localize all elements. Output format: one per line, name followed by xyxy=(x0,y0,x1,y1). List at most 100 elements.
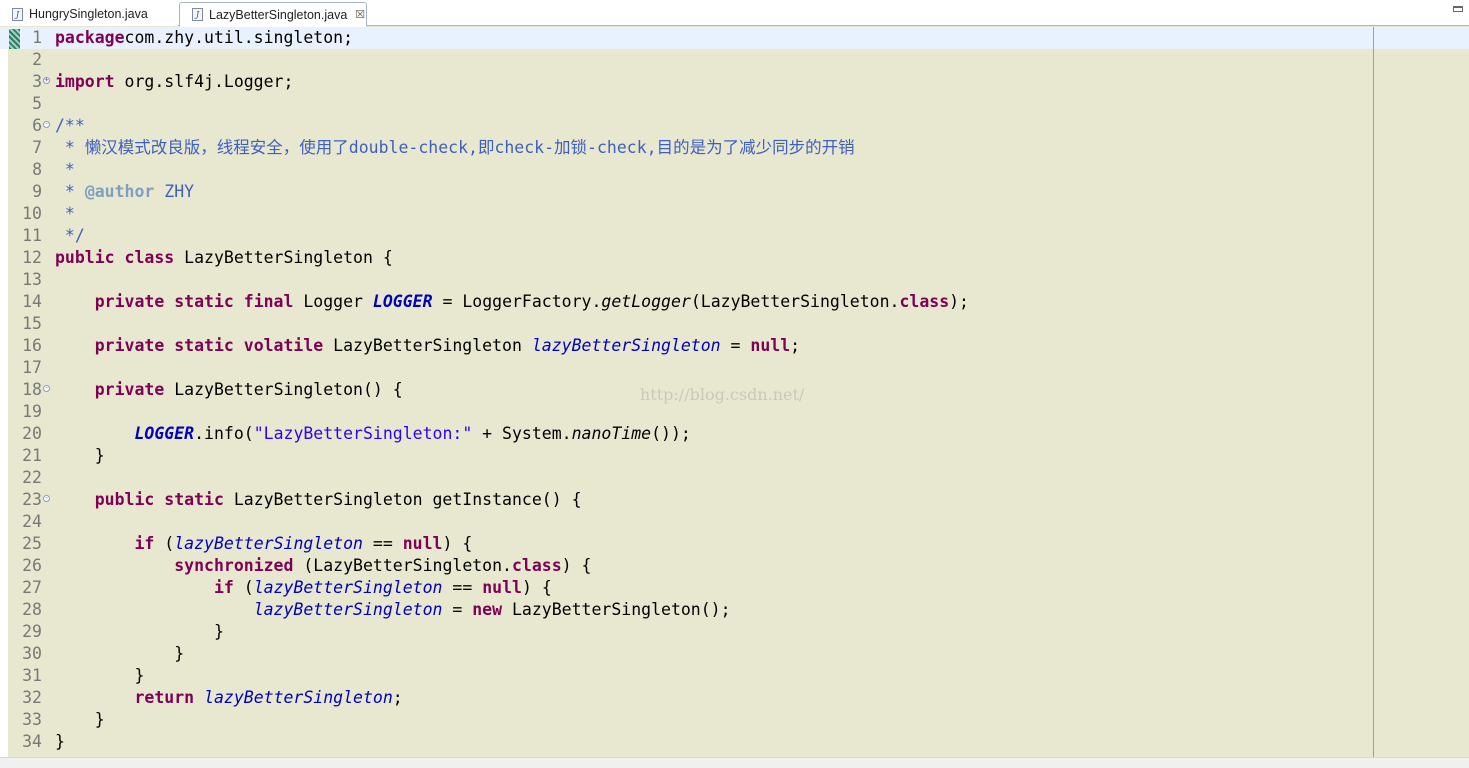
code-token: LazyBetterSingleton xyxy=(323,336,532,355)
code-token: com.zhy.util.singleton; xyxy=(124,28,354,47)
line-number: 31 xyxy=(22,666,42,685)
code-line[interactable]: 5 xyxy=(0,93,1469,115)
horizontal-scrollbar[interactable] xyxy=(0,757,1469,768)
code-text: private static volatile LazyBetterSingle… xyxy=(55,335,800,357)
line-number: 26 xyxy=(22,556,42,575)
code-line[interactable]: 1 packagecom.zhy.util.singleton; xyxy=(0,27,1469,49)
code-line[interactable]: 31 } xyxy=(0,665,1469,687)
code-token: == xyxy=(362,534,403,553)
code-line[interactable]: 30 } xyxy=(0,643,1469,665)
code-token: ) { xyxy=(521,578,552,597)
code-text: if (lazyBetterSingleton == null) { xyxy=(55,577,552,599)
code-token: org.slf4j.Logger; xyxy=(114,72,294,91)
line-number: 16 xyxy=(22,336,42,355)
line-number: 27 xyxy=(22,578,42,597)
minimize-icon[interactable] xyxy=(1453,6,1463,12)
code-token: if xyxy=(134,534,155,553)
code-text: private LazyBetterSingleton() { xyxy=(55,379,403,401)
code-text: } xyxy=(55,731,65,753)
code-token: null xyxy=(750,336,791,355)
code-text: /** xyxy=(55,115,85,137)
code-token: LazyBetterSingleton() { xyxy=(164,380,403,399)
code-line[interactable]: 3 + import org.slf4j.Logger; xyxy=(0,71,1469,93)
code-editor[interactable]: 1 packagecom.zhy.util.singleton; 2 3 + import… xyxy=(0,27,1469,768)
code-token: } xyxy=(55,732,65,751)
line-number: 30 xyxy=(22,644,42,663)
code-token: @author xyxy=(84,182,155,201)
code-line[interactable]: 11 */ xyxy=(0,225,1469,247)
line-number: 33 xyxy=(22,710,42,729)
code-text: packagecom.zhy.util.singleton; xyxy=(55,27,353,49)
code-token: lazyBetterSingleton xyxy=(531,336,721,355)
line-number: 29 xyxy=(22,622,42,641)
code-line[interactable]: 26 synchronized (LazyBetterSingleton.cla… xyxy=(0,555,1469,577)
code-line[interactable]: 22 xyxy=(0,467,1469,489)
code-line[interactable]: 27 if (lazyBetterSingleton == null) { xyxy=(0,577,1469,599)
code-line[interactable]: 16 private static volatile LazyBetterSin… xyxy=(0,335,1469,357)
code-line[interactable]: 15 xyxy=(0,313,1469,335)
code-line[interactable]: 25 if (lazyBetterSingleton == null) { xyxy=(0,533,1469,555)
line-number: 5 xyxy=(32,94,42,113)
code-line[interactable]: 7 * 懒汉模式改良版，线程安全，使用了double-check,即check-… xyxy=(0,137,1469,159)
code-line[interactable]: 12 public class LazyBetterSingleton { xyxy=(0,247,1469,269)
code-token: new xyxy=(472,600,503,619)
collapse-fold-icon[interactable]: - xyxy=(43,385,50,392)
code-token: private xyxy=(94,380,165,399)
code-token: LazyBetterSingleton(); xyxy=(502,600,731,619)
line-number: 11 xyxy=(22,226,42,245)
code-line[interactable]: 9 * @author ZHY xyxy=(0,181,1469,203)
code-token: null xyxy=(402,534,443,553)
code-line[interactable]: 34} xyxy=(0,731,1469,753)
code-token: if xyxy=(213,578,234,597)
code-token: ) { xyxy=(442,534,473,553)
code-token: * xyxy=(55,160,75,179)
code-line[interactable]: 23- public static LazyBetterSingleton ge… xyxy=(0,489,1469,511)
code-token: ( xyxy=(233,578,254,597)
code-token: + System. xyxy=(472,424,572,443)
collapse-fold-icon[interactable]: - xyxy=(43,121,50,128)
code-line[interactable]: 6-/** xyxy=(0,115,1469,137)
code-line[interactable]: 29 } xyxy=(0,621,1469,643)
code-line[interactable]: 2 xyxy=(0,49,1469,71)
code-token: ZHY xyxy=(154,182,195,201)
editor-tab-bar: J HungrySingleton.java J LazyBetterSingl… xyxy=(0,0,1469,27)
code-token: } xyxy=(55,710,105,729)
tab-label: HungrySingleton.java xyxy=(29,7,148,21)
code-token: class xyxy=(511,556,562,575)
code-text: } xyxy=(55,665,144,687)
code-token: } xyxy=(55,644,185,663)
code-line[interactable]: 28 lazyBetterSingleton = new LazyBetterS… xyxy=(0,599,1469,621)
code-text: } xyxy=(55,445,105,467)
code-token: private static volatile xyxy=(94,336,324,355)
code-line[interactable]: 14 private static final Logger LOGGER = … xyxy=(0,291,1469,313)
code-line[interactable]: 13 xyxy=(0,269,1469,291)
code-token: == xyxy=(442,578,483,597)
code-token: } xyxy=(55,666,145,685)
line-number: 25 xyxy=(22,534,42,553)
code-text: } xyxy=(55,621,224,643)
code-line[interactable]: 32 return lazyBetterSingleton; xyxy=(0,687,1469,709)
code-token: LazyBetterSingleton getInstance() { xyxy=(223,490,582,509)
code-line[interactable]: 17 xyxy=(0,357,1469,379)
code-line[interactable]: 20 LOGGER.info("LazyBetterSingleton:" + … xyxy=(0,423,1469,445)
code-token: (LazyBetterSingleton. xyxy=(690,292,900,311)
expand-fold-icon[interactable]: + xyxy=(43,77,50,84)
code-text: * xyxy=(55,159,75,181)
tab-hungry-singleton[interactable]: J HungrySingleton.java xyxy=(0,2,178,26)
code-line[interactable]: 8 * xyxy=(0,159,1469,181)
collapse-fold-icon[interactable]: - xyxy=(43,495,50,502)
code-line[interactable]: 19 xyxy=(0,401,1469,423)
line-number: 32 xyxy=(22,688,42,707)
code-token: ); xyxy=(949,292,969,311)
tab-lazy-better-singleton[interactable]: J LazyBetterSingleton.java ☒ xyxy=(179,2,367,27)
close-tab-icon[interactable]: ☒ xyxy=(355,8,365,21)
code-line[interactable]: 10 * xyxy=(0,203,1469,225)
code-token: Logger xyxy=(293,292,373,311)
code-line[interactable]: 21 } xyxy=(0,445,1469,467)
code-line[interactable]: 33 } xyxy=(0,709,1469,731)
code-text: synchronized (LazyBetterSingleton.class)… xyxy=(55,555,591,577)
code-line[interactable]: 24 xyxy=(0,511,1469,533)
